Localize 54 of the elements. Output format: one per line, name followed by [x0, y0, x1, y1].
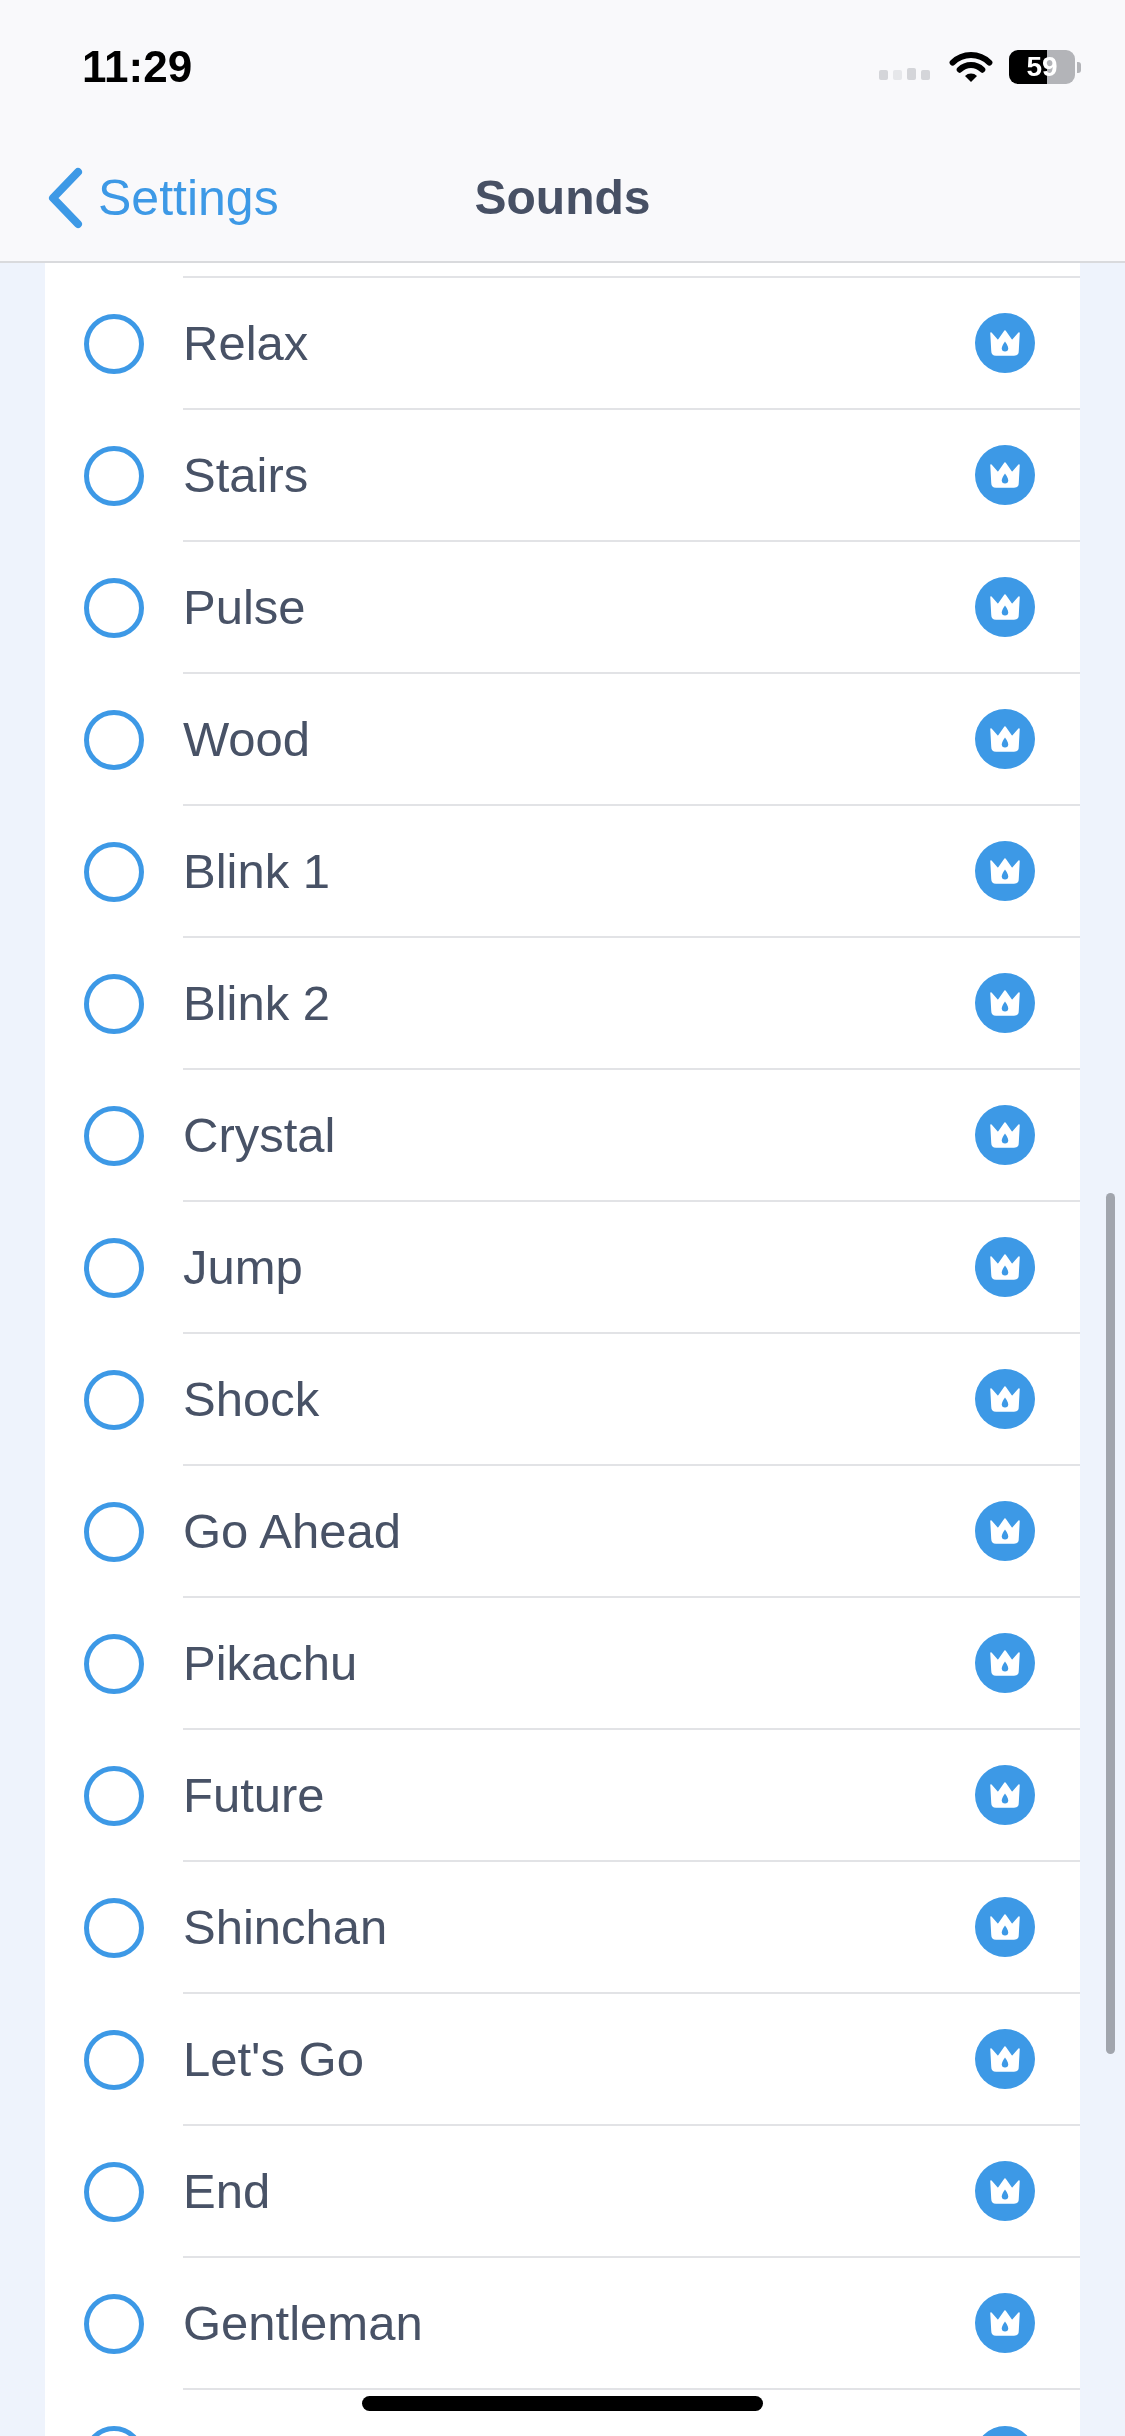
sound-name: Pikachu: [183, 1635, 358, 1691]
radio-button[interactable]: [84, 578, 144, 638]
sound-name: Pulse: [183, 579, 306, 635]
radio-button[interactable]: [84, 1238, 144, 1298]
radio-button[interactable]: [84, 1766, 144, 1826]
back-button[interactable]: Settings: [46, 166, 279, 229]
radio-button[interactable]: [84, 710, 144, 770]
sound-name: Crystal: [183, 1107, 336, 1163]
sound-name: Relax: [183, 315, 309, 371]
radio-button[interactable]: [84, 314, 144, 374]
crown-icon: [975, 313, 1035, 373]
sound-name: Shinchan: [183, 1899, 388, 1955]
radio-button[interactable]: [84, 2030, 144, 2090]
crown-icon: [975, 2161, 1035, 2221]
sound-name: Go Ahead: [183, 1503, 401, 1559]
sound-name: Future: [183, 1767, 325, 1823]
crown-icon: [975, 1897, 1035, 1957]
radio-button[interactable]: [84, 2294, 144, 2354]
crown-icon: [975, 1633, 1035, 1693]
sound-name: End: [183, 2163, 271, 2219]
radio-button[interactable]: [84, 842, 144, 902]
sound-name: Gentleman: [183, 2295, 423, 2351]
chevron-left-icon: [46, 166, 84, 229]
status-time: 11:29: [82, 42, 193, 92]
crown-icon: [975, 1765, 1035, 1825]
sound-name: Shock: [183, 1371, 320, 1427]
wifi-icon: [949, 51, 993, 83]
signal-icon: [879, 66, 931, 80]
crown-icon: [975, 445, 1035, 505]
sound-name: Blink 2: [183, 975, 331, 1031]
crown-icon: [975, 577, 1035, 637]
sound-name: Let's Go: [183, 2031, 364, 2087]
crown-icon: [975, 1237, 1035, 1297]
crown-icon: [975, 1501, 1035, 1561]
nav-title: Sounds: [473, 170, 652, 225]
radio-button[interactable]: [84, 1634, 144, 1694]
crown-icon: [975, 2293, 1035, 2353]
crown-icon: [975, 709, 1035, 769]
crown-icon: [975, 841, 1035, 901]
radio-button[interactable]: [84, 1106, 144, 1166]
crown-icon: [975, 1105, 1035, 1165]
radio-button[interactable]: [84, 1370, 144, 1430]
sound-name: Wood: [183, 711, 311, 767]
radio-button[interactable]: [84, 1898, 144, 1958]
radio-button[interactable]: [84, 1502, 144, 1562]
sound-name: Blink 1: [183, 843, 331, 899]
crown-icon: [975, 973, 1035, 1033]
radio-button[interactable]: [84, 2162, 144, 2222]
crown-icon: [975, 1369, 1035, 1429]
sound-name: Jump: [183, 1239, 303, 1295]
radio-button[interactable]: [84, 974, 144, 1034]
radio-button[interactable]: [84, 446, 144, 506]
sound-name: Stairs: [183, 447, 309, 503]
crown-icon: [975, 2029, 1035, 2089]
